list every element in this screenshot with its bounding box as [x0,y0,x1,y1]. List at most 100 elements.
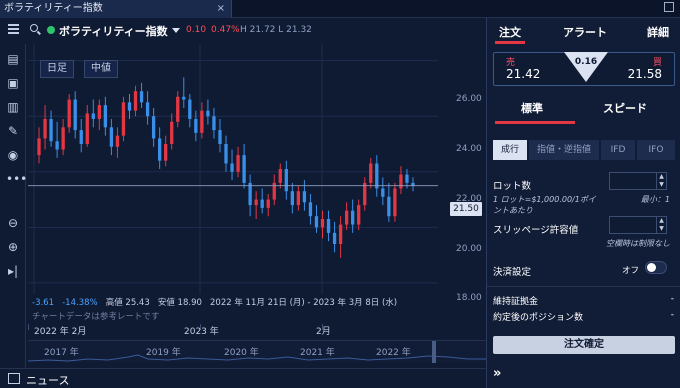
lot-description: 1 ロット=$1,000.00/1ポイントあたり [493,195,596,215]
candle-body [338,224,343,244]
y-tick: 20.00 [456,244,482,254]
mode-tab-standard[interactable]: 標準 [521,100,543,116]
active-tab-indicator [495,41,525,44]
navigator-year: 2019 年 [146,348,181,358]
navigator-handle[interactable] [432,341,436,363]
chart-stats: -3.61 -14.38% 高値 25.43 安値 18.90 2022 年 1… [32,296,397,308]
tab-volatility-index[interactable]: ボラティリティー指数 × [0,0,232,18]
candle-body [103,105,108,128]
close-icon[interactable]: × [217,0,225,18]
price-box: 売 21.42 0.16 買 21.58 [493,52,675,86]
chart-tools-sidebar: ▤ ▣ ▥ ✎ ◉ ••• ⊖ ⊕ ▸| [0,44,27,368]
lot-stepper[interactable]: ▲ ▼ [609,172,667,190]
draw-pen-icon[interactable]: ✎ [6,124,20,138]
toggle-knob [647,263,656,272]
period-high: 高値 25.43 [105,298,150,308]
chart-toolbar: ボラティリティー指数 0.10 0.47% H 21.72 L 21.32 [0,18,486,44]
candlestick-chart[interactable] [28,44,438,294]
candle-body [206,110,210,117]
tab-order[interactable]: 注文 [499,24,521,40]
candle-body [393,188,397,217]
buy-price-button[interactable]: 21.58 [628,67,662,81]
bar-chart-icon[interactable]: ▥ [6,100,20,114]
candle-body [55,141,59,150]
candle-body [254,199,258,206]
candle-body [314,216,319,228]
candle-body [242,155,246,183]
candle-body [387,196,391,217]
indicator-icon[interactable]: ▣ [6,76,20,90]
price-type-button[interactable]: 中値 [84,60,118,78]
slippage-stepper[interactable]: ▲ ▼ [609,216,667,234]
x-axis-label: 2023 年 [184,327,219,337]
candle-body [278,169,282,183]
decrement-icon[interactable]: ▼ [656,181,666,189]
zoom-in-icon[interactable]: ⊕ [6,240,20,254]
period-change: -3.61 [32,298,54,308]
period-low: 安値 18.90 [157,298,202,308]
candle-body [67,99,71,128]
settlement-toggle[interactable] [645,261,667,274]
candle-body [212,116,216,131]
candle-body [145,102,150,117]
candle-body [224,144,228,164]
candle-body [91,113,95,119]
bottom-bar: ニュース [0,368,486,388]
candle-body [139,91,144,103]
lot-minimum: 最小：1 [640,195,670,204]
candle-body [363,182,367,206]
candle-body [284,169,288,192]
app-window: ボラティリティー指数 × ボラティリティー指数 0.10 0.47% H 21.… [0,0,680,388]
maximize-icon[interactable] [664,2,674,12]
candle-body [411,182,415,186]
chart-type-icon[interactable]: ▤ [6,52,20,66]
decrement-icon[interactable]: ▼ [656,225,666,233]
candle-body [236,155,240,172]
increment-icon[interactable]: ▲ [656,217,666,225]
candle-body [97,105,101,119]
expand-panel-icon[interactable]: » [493,366,501,381]
margin-label: 維持証拠金 [493,297,539,307]
news-label[interactable]: ニュース [26,372,69,388]
news-icon[interactable] [8,373,20,384]
candle-body [157,138,162,161]
eye-icon[interactable]: ◉ [6,148,20,162]
position-count-value: - [670,310,674,320]
candle-body [399,174,403,189]
settlement-label: 決済設定 [493,267,532,278]
more-icon[interactable]: ••• [6,172,27,186]
time-navigator[interactable]: 2017 年 2019 年 2020 年 2021 年 2022 年 [28,340,488,363]
order-type-ifd[interactable]: IFD [601,140,635,160]
tab-details[interactable]: 詳細 [647,24,669,40]
candle-body [49,119,53,142]
instrument-name[interactable]: ボラティリティー指数 [59,23,168,39]
current-price-tag: 21.50 [450,202,482,216]
confirm-order-button[interactable]: 注文確定 [493,336,675,354]
order-type-ifo[interactable]: IFO [637,140,675,160]
increment-icon[interactable]: ▲ [656,173,666,181]
divider [487,286,680,287]
period-button[interactable]: 日足 [40,60,74,78]
lot-label: ロット数 [493,181,532,192]
navigator-year: 2022 年 [376,348,411,358]
zoom-out-icon[interactable]: ⊖ [6,216,20,230]
candle-body [290,191,295,206]
order-type-market[interactable]: 成行 [493,140,527,160]
sell-price-button[interactable]: 21.42 [506,67,540,81]
candle-body [115,135,120,147]
chevron-down-icon[interactable] [172,28,180,33]
slippage-label: スリッページ許容値 [493,225,579,236]
candle-body [296,191,301,206]
mode-tab-speed[interactable]: スピード [603,100,647,116]
mode-tab-indicator [495,121,575,124]
navigator-year: 2021 年 [300,348,335,358]
candle-body [200,110,204,133]
price-change-percent: 0.47% [211,25,240,35]
tab-alert[interactable]: アラート [563,24,607,40]
scroll-to-end-icon[interactable]: ▸| [6,264,20,278]
search-icon[interactable] [30,24,38,32]
order-type-limit-stop[interactable]: 指値・逆指値 [529,140,599,160]
candle-body [381,188,385,197]
order-panel: 注文 アラート 詳細 売 21.42 0.16 買 21.58 標準 スピード … [486,18,680,388]
hamburger-menu-icon[interactable] [8,24,19,34]
